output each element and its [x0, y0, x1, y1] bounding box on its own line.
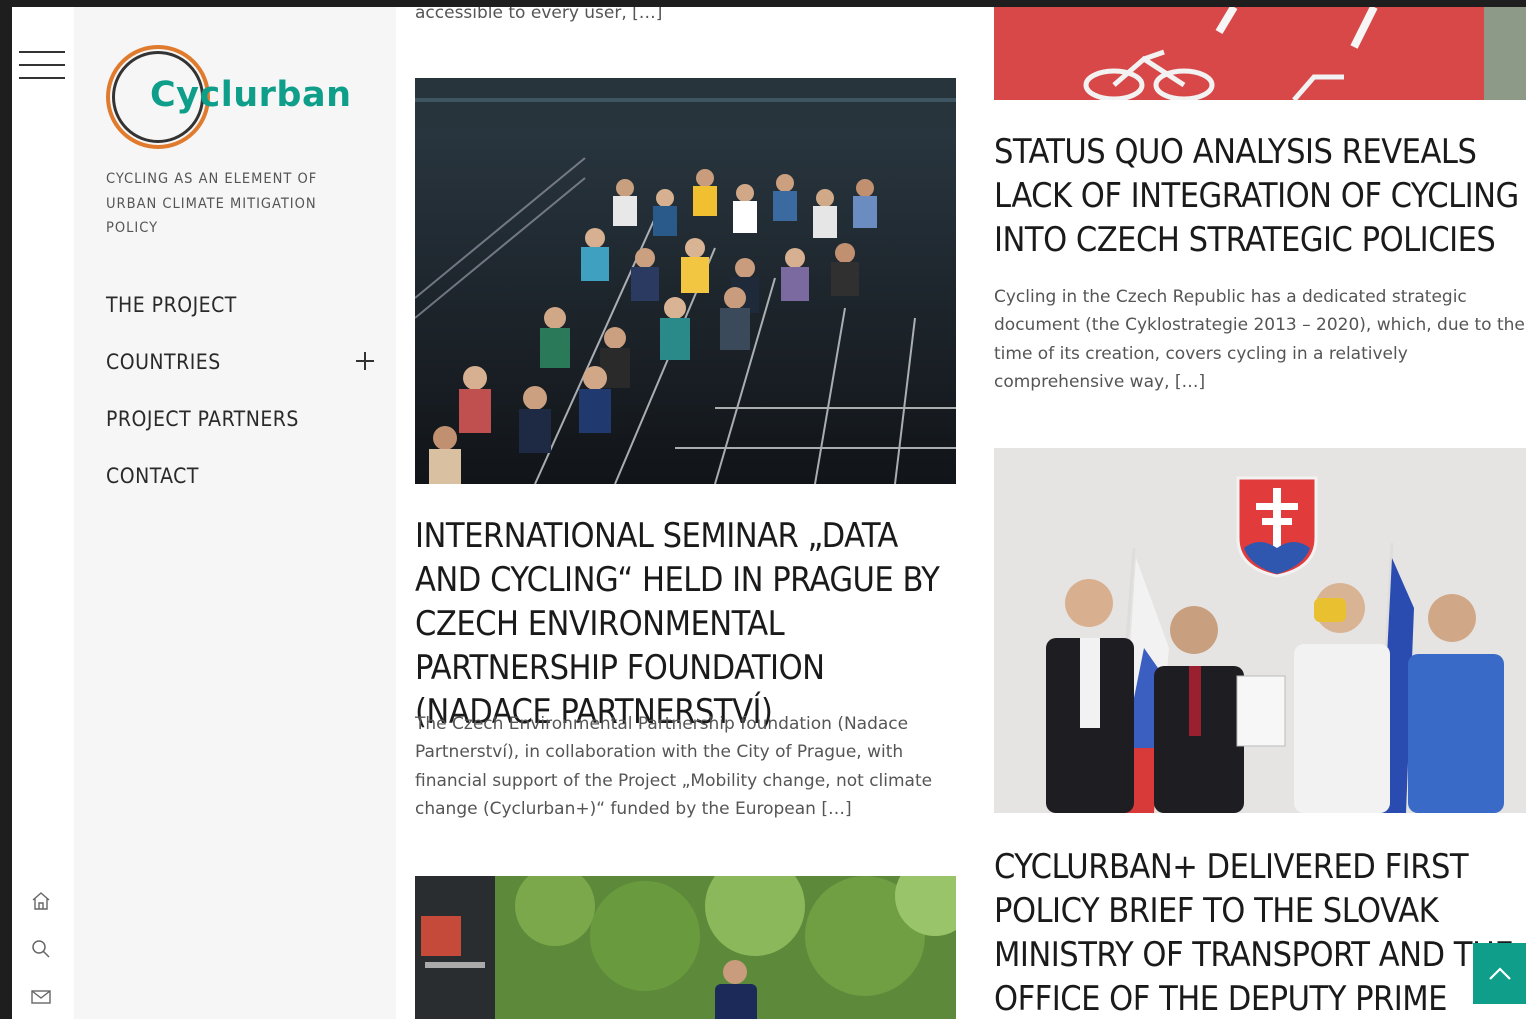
nav-item-countries[interactable]: COUNTRIES — [106, 344, 376, 401]
site-tagline: CYCLING AS AN ELEMENT OF URBAN CLIMATE M… — [106, 171, 318, 236]
nav-item-contact[interactable]: CONTACT — [106, 458, 376, 515]
post-title-status-quo[interactable]: STATUS QUO ANALYSIS REVEALS LACK OF INTE… — [994, 130, 1526, 262]
site-logo[interactable]: Cyclurban — [106, 45, 351, 153]
post-excerpt: accessible to every user, […] — [415, 7, 663, 23]
search-icon[interactable] — [29, 937, 53, 961]
policy-brief-photo[interactable] — [994, 448, 1526, 813]
post-title-seminar[interactable]: INTERNATIONAL SEMINAR „DATA AND CYCLING“… — [415, 514, 956, 734]
post-title-policy-brief[interactable]: CYCLURBAN+ DELIVERED FIRST POLICY BRIEF … — [994, 845, 1526, 1019]
icon-bar — [12, 7, 74, 1019]
post-excerpt-status-quo: Cycling in the Czech Republic has a dedi… — [994, 287, 1525, 393]
sidebar: Cyclurban CYCLING AS AN ELEMENT OF URBAN… — [74, 7, 396, 1019]
nav-item-the-project[interactable]: THE PROJECT — [106, 287, 376, 344]
logo-text: Cyclurban — [150, 75, 352, 115]
nav-item-project-partners[interactable]: PROJECT PARTNERS — [106, 401, 376, 458]
menu-icon[interactable] — [19, 51, 65, 81]
page: Cyclurban CYCLING AS AN ELEMENT OF URBAN… — [12, 7, 1526, 1019]
post-excerpt-seminar: The Czech Environmental Partnership foun… — [415, 714, 933, 820]
main-nav: THE PROJECT COUNTRIES PROJECT PARTNERS C… — [106, 287, 376, 515]
chevron-up-icon — [1489, 967, 1511, 980]
nav-item-label: COUNTRIES — [106, 350, 221, 374]
seminar-photo[interactable] — [415, 78, 956, 484]
cycling-event-photo[interactable] — [415, 876, 956, 1019]
bike-lane-photo[interactable] — [994, 7, 1526, 100]
back-to-top-button[interactable] — [1473, 943, 1526, 1004]
home-icon[interactable] — [29, 889, 53, 913]
expand-plus-icon[interactable] — [354, 350, 376, 372]
mail-icon[interactable] — [29, 985, 53, 1009]
